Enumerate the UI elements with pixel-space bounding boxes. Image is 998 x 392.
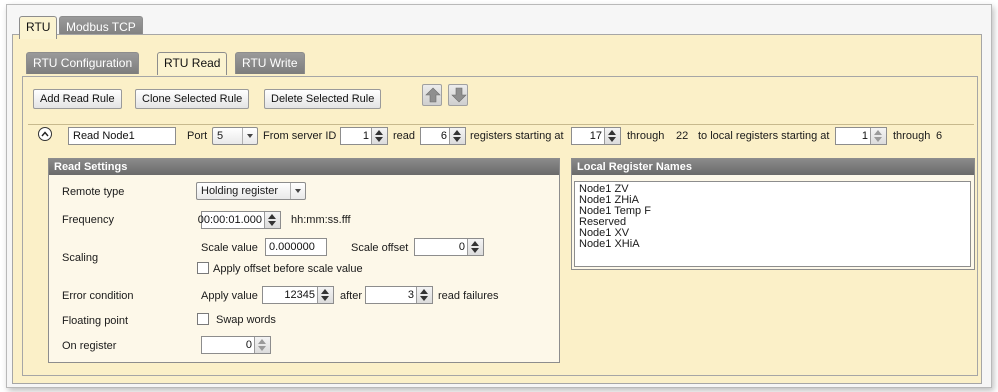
collapse-rule-button[interactable] [38,127,52,141]
chevron-down-icon [242,128,257,144]
swap-words-label: Swap words [216,314,276,326]
list-item: Reserved [579,216,627,228]
spinner-icon[interactable] [254,337,270,353]
tab-rtu[interactable]: RTU [19,16,58,39]
spinner-icon[interactable] [264,212,280,228]
delete-selected-rule-button[interactable]: Delete Selected Rule [264,89,382,109]
port-select-value: 5 [217,130,224,142]
through-value: 22 [676,130,689,142]
local-through-label: through [893,130,931,142]
local-through-value: 6 [936,130,943,142]
clone-selected-rule-button[interactable]: Clone Selected Rule [135,89,250,109]
frequency-value: 00:00:01.000 [197,214,262,226]
local-registers-label: to local registers starting at [698,130,830,142]
register-count-stepper[interactable]: 6 [420,127,466,145]
apply-value-value: 12345 [284,289,315,301]
scale-value-label: Scale value [201,242,258,254]
spinner-icon[interactable] [467,239,483,255]
move-down-button[interactable] [448,84,468,106]
scale-offset-label: Scale offset [351,242,409,254]
read-failures-label: read failures [438,290,499,302]
remote-type-select[interactable]: Holding register [196,182,306,200]
apply-offset-label: Apply offset before scale value [213,263,363,275]
apply-value-stepper[interactable]: 12345 [262,286,334,304]
frequency-stepper[interactable]: 00:00:01.000 [197,211,281,229]
scaling-label: Scaling [62,252,99,264]
apply-value-label: Apply value [201,290,258,302]
read-label: read [393,130,416,142]
start-register-stepper[interactable]: 17 [571,127,621,145]
apply-offset-checkbox[interactable] [197,262,209,274]
scale-offset-stepper[interactable]: 0 [414,238,484,256]
arrow-down-icon [451,87,467,103]
scale-offset-value: 0 [458,241,465,253]
registers-starting-label: registers starting at [470,130,564,142]
chevron-up-icon [41,131,49,137]
list-item: Node1 Temp F [579,205,651,217]
error-condition-label: Error condition [62,290,134,302]
rule-name-input[interactable]: Read Node1 [68,127,176,145]
tab-rtu-read[interactable]: RTU Read [157,52,228,75]
local-register-names-title: Local Register Names [572,159,974,175]
local-start-stepper[interactable]: 1 [835,127,887,145]
add-read-rule-button[interactable]: Add Read Rule [33,89,122,109]
local-register-names-textarea[interactable]: Node1 ZV Node1 ZHiA Node1 Temp F Reserve… [574,181,971,267]
tab-rtu-write[interactable]: RTU Write [235,52,305,74]
failures-stepper[interactable]: 3 [365,286,433,304]
spinner-icon[interactable] [371,128,387,144]
read-settings-title: Read Settings [49,159,559,175]
local-start-value: 1 [861,130,868,142]
tab-rtu-configuration[interactable]: RTU Configuration [26,52,140,74]
spinner-icon[interactable] [416,287,432,303]
spinner-icon[interactable] [604,128,620,144]
through-label: through [627,130,665,142]
move-up-button[interactable] [422,84,442,106]
swap-words-checkbox[interactable] [197,313,209,325]
on-register-stepper[interactable]: 0 [201,336,271,354]
spinner-icon[interactable] [317,287,333,303]
remote-type-label: Remote type [62,186,125,198]
server-id-value: 1 [362,130,369,142]
from-server-label: From server ID [263,130,337,142]
frequency-label: Frequency [62,214,114,226]
after-label: after [340,290,363,302]
start-register-value: 17 [589,130,602,142]
arrow-up-icon [425,87,441,103]
frequency-format: hh:mm:ss.fff [291,214,351,226]
on-register-value: 0 [245,339,252,351]
server-id-stepper[interactable]: 1 [340,127,388,145]
register-count-value: 6 [440,130,447,142]
port-label: Port [187,130,208,142]
list-item: Node1 XHiA [579,238,640,250]
remote-type-value: Holding register [201,185,279,197]
spinner-icon[interactable] [870,128,886,144]
spinner-icon[interactable] [449,128,465,144]
scale-value-input[interactable]: 0.000000 [265,238,327,256]
floating-point-label: Floating point [62,315,129,327]
failures-value: 3 [407,289,414,301]
on-register-label: On register [62,340,117,352]
port-select[interactable]: 5 [212,127,258,145]
chevron-down-icon [290,183,305,199]
